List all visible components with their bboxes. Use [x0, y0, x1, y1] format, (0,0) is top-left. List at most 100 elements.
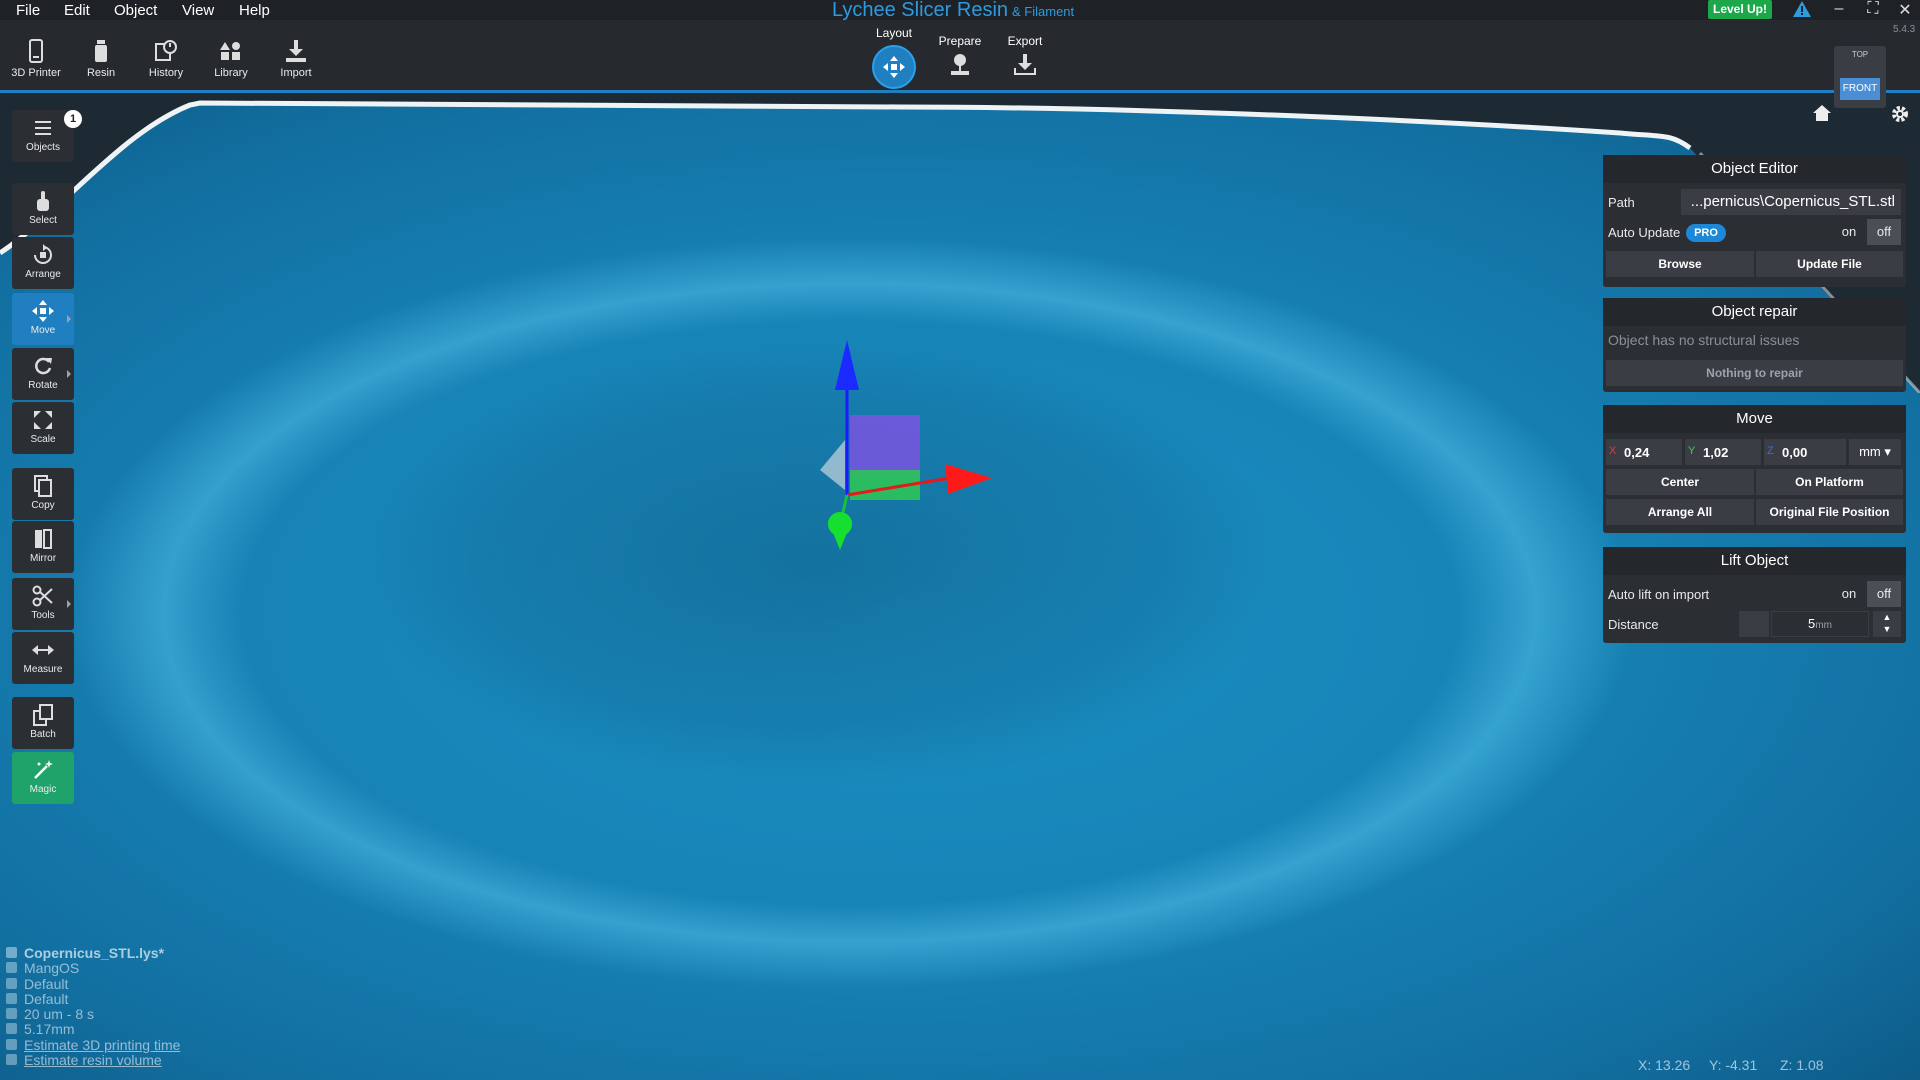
chevron-down-icon[interactable]: ▼ [1883, 624, 1892, 634]
path-field[interactable]: ...pernicus\Copernicus_STL.stl [1681, 189, 1901, 215]
estimate-volume-link[interactable]: Estimate resin volume [6, 1052, 180, 1068]
menu-edit[interactable]: Edit [64, 2, 90, 19]
rotate-icon [35, 357, 52, 375]
object-repair-title: Object repair [1603, 298, 1906, 326]
sidebar-select-button[interactable]: Select [12, 183, 74, 235]
mirror-icon [35, 529, 52, 549]
height-icon [6, 1023, 17, 1035]
mode-export-tab[interactable]: Export [1002, 34, 1048, 81]
close-icon[interactable]: ✕ [1894, 0, 1916, 20]
list-icon [35, 121, 51, 135]
move-y-field[interactable]: Y 1,02 [1685, 439, 1761, 465]
resin-bottle-icon [6, 977, 17, 989]
original-file-position-button[interactable]: Original File Position [1756, 499, 1903, 525]
toolbar-library-button[interactable]: Library [200, 38, 262, 79]
auto-lift-on-toggle[interactable]: on [1833, 581, 1865, 607]
app-title-suffix: & Filament [1012, 4, 1075, 19]
sidebar-move-button[interactable]: Move [12, 293, 74, 345]
x-axis-label: X [1609, 445, 1617, 457]
sidebar-mirror-button[interactable]: Mirror [12, 521, 74, 573]
export-icon [1014, 54, 1036, 75]
distance-slider-track[interactable] [1739, 611, 1769, 637]
sidebar-tools-button[interactable]: Tools [12, 578, 74, 630]
menu-object[interactable]: Object [114, 2, 157, 19]
sidebar-rotate-label: Rotate [28, 380, 58, 391]
sidebar-copy-button[interactable]: Copy [12, 468, 74, 520]
auto-update-off-toggle[interactable]: off [1867, 219, 1901, 245]
move-x-value: 0,24 [1624, 445, 1650, 460]
home-icon[interactable] [1812, 104, 1832, 122]
mode-layout-tab[interactable]: Layout [866, 26, 922, 89]
estimate-time-link[interactable]: Estimate 3D printing time [6, 1036, 181, 1053]
move-x-field[interactable]: X 0,24 [1606, 439, 1682, 465]
move-gizmo[interactable] [800, 340, 1000, 560]
gizmo-xz-plane [850, 415, 920, 475]
distance-label: Distance [1608, 617, 1659, 632]
cursor-z-readout: Z: 1.08 [1780, 1057, 1824, 1073]
gizmo-yz-plane [820, 440, 845, 490]
repair-button-row: Nothing to repair [1603, 360, 1906, 388]
menu-bar: File Edit Object View Help Lychee Slicer… [0, 0, 1920, 21]
toolbar-import-label: Import [280, 67, 312, 79]
unit-value: mm [1859, 444, 1881, 459]
objects-count-badge: 1 [64, 110, 82, 128]
info-printer: MangOS [6, 960, 180, 976]
mode-export-label: Export [1007, 34, 1043, 48]
sidebar-scale-button[interactable]: Scale [12, 402, 74, 454]
move-arrows-icon [32, 300, 54, 322]
gizmo-x-arrow [945, 464, 992, 494]
sidebar-select-label: Select [29, 215, 57, 226]
view-cube-top-face[interactable]: TOP [1834, 50, 1886, 59]
view-cube[interactable]: TOP FRONT [1834, 46, 1886, 108]
menu-help[interactable]: Help [239, 2, 270, 19]
move-buttons-row-2: Arrange All Original File Position [1603, 499, 1906, 529]
scale-icon [34, 411, 52, 429]
sidebar-measure-button[interactable]: Measure [12, 632, 74, 684]
maximize-icon[interactable]: ⛶ [1862, 0, 1884, 18]
layout-mode-circle [872, 45, 916, 89]
mode-layout-label: Layout [875, 26, 913, 40]
resin-bottle-icon [95, 40, 107, 62]
warning-icon[interactable] [1792, 0, 1812, 18]
nothing-to-repair-button[interactable]: Nothing to repair [1606, 360, 1903, 386]
sidebar-batch-button[interactable]: Batch [12, 697, 74, 749]
view-cube-front-face[interactable]: FRONT [1840, 78, 1880, 100]
minimize-icon[interactable]: – [1828, 0, 1850, 18]
info-layer: 20 um - 8 s [6, 1006, 180, 1022]
menu-view[interactable]: View [182, 2, 214, 19]
toolbar-3d-printer-button[interactable]: 3D Printer [5, 38, 67, 79]
version-label: 5.4.3 [1893, 24, 1916, 35]
sidebar-magic-button[interactable]: Magic [12, 752, 74, 804]
y-axis-label: Y [1688, 445, 1696, 457]
toolbar-history-button[interactable]: History [135, 38, 197, 79]
update-file-button[interactable]: Update File [1756, 251, 1903, 277]
menu-file[interactable]: File [16, 2, 40, 19]
toolbar-import-button[interactable]: Import [265, 38, 327, 79]
sidebar-rotate-button[interactable]: Rotate [12, 348, 74, 400]
supports-icon [951, 54, 969, 75]
submenu-arrow-icon [67, 600, 71, 608]
toolbar-resin-button[interactable]: Resin [70, 38, 132, 79]
move-z-field[interactable]: Z 0,00 [1764, 439, 1846, 465]
gear-icon[interactable] [1890, 104, 1910, 124]
level-up-button[interactable]: Level Up! [1708, 0, 1772, 19]
move-title: Move [1603, 405, 1906, 433]
auto-update-on-toggle[interactable]: on [1833, 219, 1865, 245]
browse-button[interactable]: Browse [1606, 251, 1754, 277]
distance-input[interactable]: 5mm [1771, 611, 1869, 637]
center-button[interactable]: Center [1606, 469, 1754, 495]
mode-prepare-tab[interactable]: Prepare [936, 34, 984, 81]
sidebar-scale-label: Scale [30, 434, 56, 445]
info-filename: Copernicus_STL.lys* [6, 945, 180, 961]
unit-select[interactable]: mm ▾ [1849, 439, 1901, 465]
estimate-time-text: Estimate 3D printing time [24, 1036, 181, 1053]
volume-icon [6, 1054, 17, 1066]
auto-lift-off-toggle[interactable]: off [1867, 581, 1901, 607]
on-platform-button[interactable]: On Platform [1756, 469, 1903, 495]
distance-stepper[interactable]: ▲ ▼ [1873, 611, 1901, 637]
move-panel: Move X 0,24 Y 1,02 Z 0,00 mm ▾ Center On… [1603, 405, 1906, 533]
arrange-all-button[interactable]: Arrange All [1606, 499, 1754, 525]
sidebar-arrange-button[interactable]: Arrange [12, 237, 74, 289]
object-editor-panel: Object Editor Path ...pernicus\Copernicu… [1603, 155, 1906, 287]
chevron-up-icon[interactable]: ▲ [1883, 612, 1892, 622]
